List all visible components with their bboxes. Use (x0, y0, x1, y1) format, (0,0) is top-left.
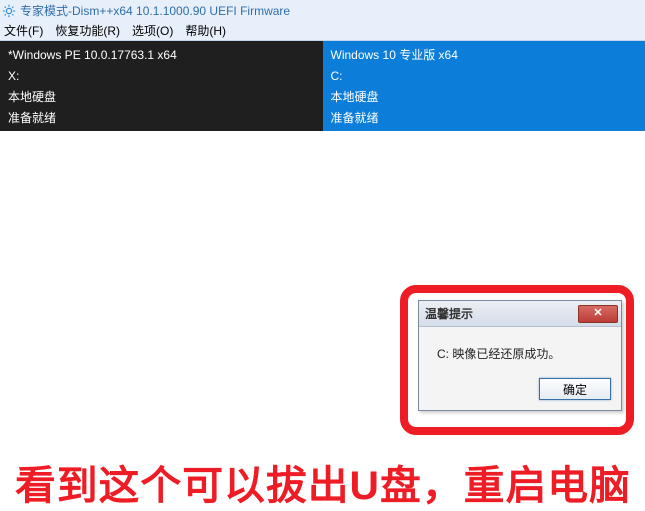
menu-help[interactable]: 帮助(H) (185, 22, 226, 39)
left-disk: 本地硬盘 (8, 87, 315, 108)
close-icon: ✕ (593, 308, 602, 319)
dialog-footer: 确定 (419, 372, 621, 410)
right-status: 准备就绪 (331, 108, 638, 129)
left-drive: X: (8, 66, 315, 87)
left-status: 准备就绪 (8, 108, 315, 129)
right-os: Windows 10 专业版 x64 (331, 45, 638, 66)
dialog-warm-tip: 温馨提示 ✕ C: 映像已经还原成功。 确定 (418, 300, 622, 411)
image-panel-right[interactable]: Windows 10 专业版 x64 C: 本地硬盘 准备就绪 (323, 41, 645, 131)
menubar: 文件(F) 恢复功能(R) 选项(O) 帮助(H) (0, 21, 645, 41)
dialog-title: 温馨提示 (425, 305, 473, 322)
left-os: *Windows PE 10.0.17763.1 x64 (8, 45, 315, 66)
dialog-titlebar: 温馨提示 ✕ (419, 301, 621, 327)
gear-icon (2, 4, 16, 18)
image-panel-left[interactable]: *Windows PE 10.0.17763.1 x64 X: 本地硬盘 准备就… (0, 41, 323, 131)
ok-button[interactable]: 确定 (539, 378, 611, 400)
annotation-caption-text: 看到这个可以拔出U盘，重启电脑 (15, 453, 631, 511)
menu-file[interactable]: 文件(F) (4, 22, 43, 39)
annotation-caption: 看到这个可以拔出U盘，重启电脑 (0, 454, 645, 510)
menu-recover[interactable]: 恢复功能(R) (55, 22, 120, 39)
dialog-close-button[interactable]: ✕ (578, 305, 618, 323)
window-title: 专家模式-Dism++x64 10.1.1000.90 UEFI Firmwar… (20, 2, 290, 19)
dialog-body: C: 映像已经还原成功。 (419, 327, 621, 372)
right-disk: 本地硬盘 (331, 87, 638, 108)
menu-options[interactable]: 选项(O) (132, 22, 173, 39)
window-titlebar: 专家模式-Dism++x64 10.1.1000.90 UEFI Firmwar… (0, 0, 645, 21)
right-drive: C: (331, 66, 638, 87)
image-panel-row: *Windows PE 10.0.17763.1 x64 X: 本地硬盘 准备就… (0, 41, 645, 131)
